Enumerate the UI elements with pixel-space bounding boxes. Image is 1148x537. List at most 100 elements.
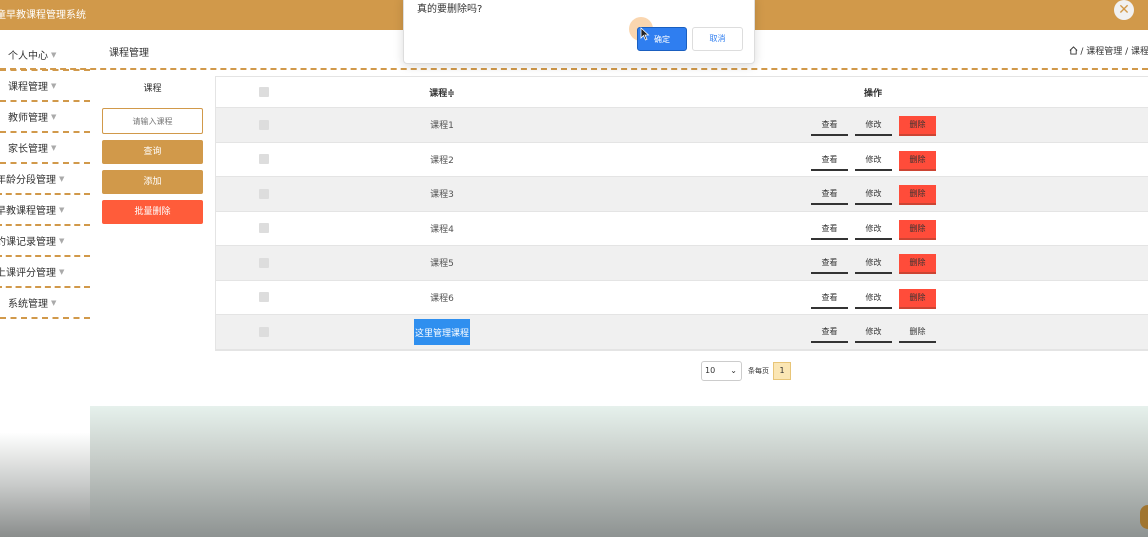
row-checkbox[interactable] — [259, 188, 269, 199]
caret-down-icon: ▼ — [51, 50, 57, 59]
view-button[interactable]: 查看 — [811, 116, 848, 136]
add-button[interactable]: 添加 — [102, 170, 203, 194]
sidebar-item-label: 家长管理 — [8, 144, 48, 155]
row-checkbox[interactable] — [259, 292, 269, 303]
view-button[interactable]: 查看 — [811, 254, 848, 274]
row-checkbox[interactable] — [259, 326, 269, 337]
row-actions: 查看 修改 删除 — [811, 116, 943, 136]
sidebar-item-teacher-management[interactable]: 教师管理 ▼ — [0, 102, 90, 133]
delete-button[interactable]: 删除 — [899, 219, 936, 240]
breadcrumb: / 课程管理 / 课程列 — [1069, 44, 1148, 57]
table-row: 课程5 查看 修改 删除 — [216, 246, 1148, 281]
footer-background — [90, 406, 1148, 537]
confirm-cancel-button[interactable]: 取消 — [692, 27, 743, 51]
row-actions: 查看 修改 删除 — [811, 288, 943, 309]
table-row: 课程1 查看 修改 删除 — [216, 108, 1148, 143]
caret-down-icon: ▼ — [59, 236, 65, 245]
page-button-1[interactable]: 1 — [773, 362, 791, 380]
page-title: 课程管理 — [109, 48, 149, 59]
table-header-row: 课程≑ 操作 — [216, 77, 1148, 108]
delete-button[interactable]: 删除 — [899, 254, 936, 274]
sidebar-item-label: 早教课程管理 — [0, 206, 56, 217]
table-row: 课程4 查看 修改 删除 — [216, 212, 1148, 246]
view-button[interactable]: 查看 — [811, 323, 848, 343]
view-button[interactable]: 查看 — [811, 185, 848, 205]
caret-down-icon: ▼ — [59, 174, 65, 183]
row-checkbox[interactable] — [259, 257, 269, 268]
row-checkbox[interactable] — [259, 154, 269, 165]
sidebar-item-parent-management[interactable]: 家长管理 ▼ — [0, 133, 90, 164]
table-row: 课程6 查看 修改 删除 — [216, 281, 1148, 315]
sidebar-item-booking-record-management[interactable]: 约课记录管理 ▼ — [0, 226, 90, 257]
edit-button[interactable]: 修改 — [855, 254, 892, 274]
search-panel: 课程 查询 添加 批量删除 — [102, 78, 203, 224]
course-name-cell: 课程5 — [430, 259, 454, 270]
cursor-icon — [640, 27, 650, 41]
course-name-cell: 课程6 — [430, 293, 454, 304]
footer-shade-left — [0, 406, 90, 537]
course-search-input[interactable] — [102, 108, 203, 134]
edit-button[interactable]: 修改 — [855, 185, 892, 205]
delete-button[interactable]: 删除 — [899, 185, 936, 205]
row-checkbox[interactable] — [259, 119, 269, 130]
course-name-cell-highlighted: 这里管理课程 — [414, 319, 470, 345]
caret-down-icon: ▼ — [51, 298, 57, 307]
search-button[interactable]: 查询 — [102, 140, 203, 164]
app-title: 童早教课程管理系统 — [0, 10, 86, 21]
row-checkbox[interactable] — [259, 223, 269, 234]
search-label: 课程 — [143, 84, 162, 94]
page-size-value: 10 — [705, 366, 716, 375]
select-all-checkbox[interactable] — [259, 87, 269, 97]
delete-button[interactable]: 删除 — [899, 116, 936, 136]
course-name-cell: 课程2 — [430, 155, 454, 166]
course-name-cell: 课程3 — [430, 190, 454, 201]
course-table: 课程≑ 操作 课程1 查看 修改 删除 课程2 查看 修改 删除 课程3 查看 … — [215, 76, 1148, 351]
course-name-cell: 课程1 — [430, 121, 454, 132]
column-header-actions: 操作 — [864, 88, 883, 99]
caret-down-icon: ▼ — [51, 143, 57, 152]
sidebar-item-early-education-course-management[interactable]: 早教课程管理 ▼ — [0, 195, 90, 226]
sidebar-item-age-group-management[interactable]: 年龄分段管理 ▼ — [0, 164, 90, 195]
sidebar-item-label: 教师管理 — [8, 113, 48, 124]
delete-button[interactable]: 删除 — [899, 150, 936, 171]
sidebar-item-label: 年龄分段管理 — [0, 175, 56, 186]
breadcrumb-path[interactable]: / 课程管理 / 课程列 — [1080, 47, 1148, 57]
column-header-course[interactable]: 课程≑ — [416, 77, 468, 107]
sidebar-item-class-rating-management[interactable]: 上课评分管理 ▼ — [0, 257, 90, 288]
delete-button[interactable]: 删除 — [899, 288, 936, 309]
dialog-message: 真的要删除吗? — [417, 4, 483, 15]
row-actions: 查看 修改 删除 — [811, 150, 943, 171]
delete-button[interactable]: 删除 — [899, 323, 936, 343]
row-actions: 查看 修改 删除 — [811, 323, 943, 343]
close-icon[interactable]: ✕ — [1114, 0, 1134, 20]
confirm-dialog: 真的要删除吗? 确定 取消 — [403, 0, 755, 64]
edit-button[interactable]: 修改 — [855, 323, 892, 343]
view-button[interactable]: 查看 — [811, 220, 848, 240]
table-row: 课程2 查看 修改 删除 — [216, 143, 1148, 177]
sidebar-item-personal-center[interactable]: 个人中心 ▼ — [0, 40, 90, 71]
floating-handle[interactable] — [1140, 505, 1148, 529]
edit-button[interactable]: 修改 — [855, 289, 892, 309]
chevron-down-icon: ⌄ — [730, 366, 737, 375]
home-icon[interactable] — [1069, 46, 1078, 55]
sidebar-item-course-management[interactable]: 课程管理 ▼ — [0, 71, 90, 102]
sidebar-item-label: 个人中心 — [8, 51, 48, 62]
sidebar: 个人中心 ▼ 课程管理 ▼ 教师管理 ▼ 家长管理 ▼ 年龄分段管理 ▼ 早教课程管理 ▼ … — [0, 40, 90, 319]
edit-button[interactable]: 修改 — [855, 220, 892, 240]
batch-delete-button[interactable]: 批量删除 — [102, 200, 203, 224]
page-size-select[interactable]: 10 ⌄ — [701, 361, 742, 381]
sidebar-item-label: 约课记录管理 — [0, 237, 56, 248]
course-name-cell: 课程4 — [430, 224, 454, 235]
pagination: 10 ⌄ 条每页 1 — [701, 361, 791, 381]
view-button[interactable]: 查看 — [811, 289, 848, 309]
sidebar-item-label: 上课评分管理 — [0, 268, 56, 279]
edit-button[interactable]: 修改 — [855, 116, 892, 136]
row-actions: 查看 修改 删除 — [811, 185, 943, 205]
per-page-label: 条每页 — [748, 367, 769, 375]
sidebar-item-system-management[interactable]: 系统管理 ▼ — [0, 288, 90, 319]
sidebar-item-label: 课程管理 — [8, 82, 48, 93]
edit-button[interactable]: 修改 — [855, 151, 892, 171]
caret-down-icon: ▼ — [51, 81, 57, 90]
table-row: 课程3 查看 修改 删除 — [216, 177, 1148, 212]
view-button[interactable]: 查看 — [811, 151, 848, 171]
